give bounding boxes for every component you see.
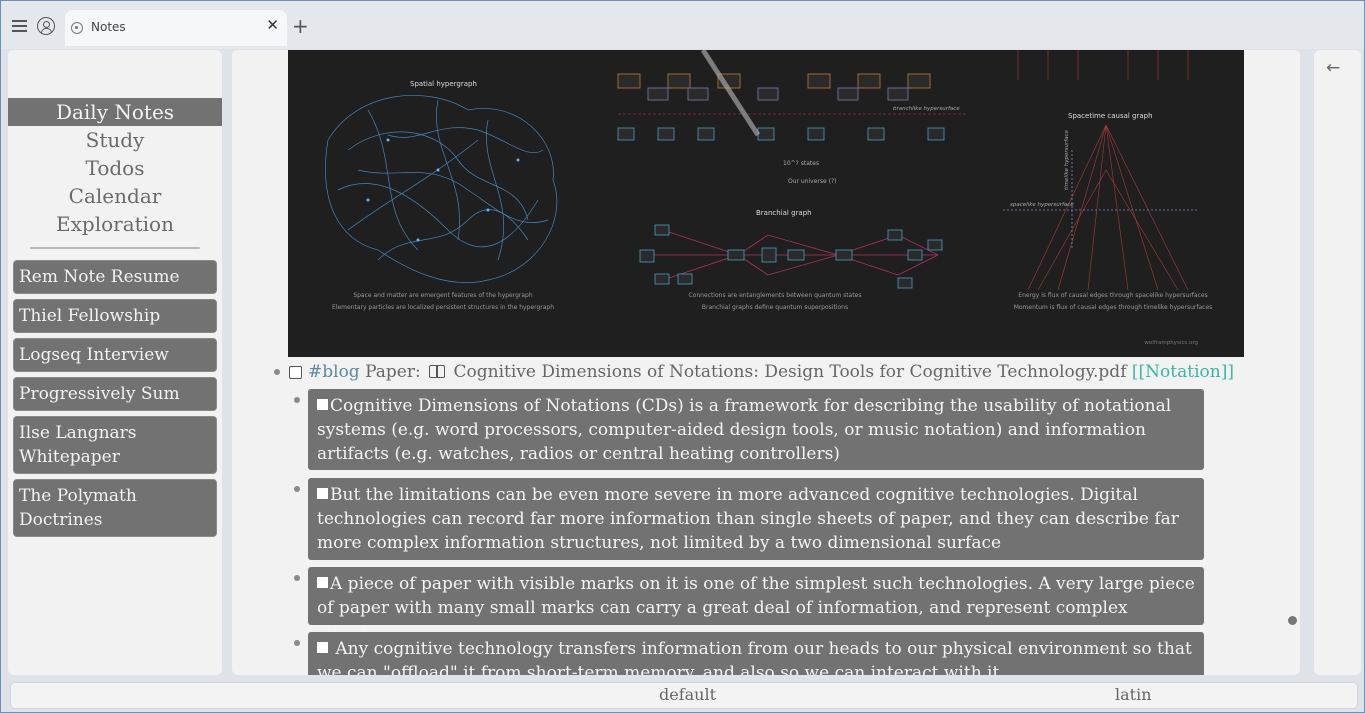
book-icon [429, 365, 446, 378]
nav-item-daily-notes[interactable]: Daily Notes [8, 98, 222, 126]
tab-title: Notes [91, 20, 126, 34]
tab-favicon-icon [71, 22, 83, 34]
highlight-card[interactable]: Any cognitive technology transfers infor… [308, 632, 1204, 675]
page-item[interactable]: Thiel Fellowship [13, 299, 217, 333]
page-item[interactable]: The Polymath Doctrines [13, 479, 217, 537]
notation-link[interactable]: [[Notation]] [1132, 362, 1234, 382]
branchial-title: Branchial graph [756, 209, 812, 217]
universe-label: Our universe (?) [788, 178, 836, 185]
checkbox-square-icon [317, 399, 328, 410]
spatial-caption-2: Elementary particles are localized persi… [332, 304, 554, 311]
block-bullet[interactable] [294, 486, 300, 492]
card-text: Any cognitive technology transfers infor… [317, 639, 1192, 675]
favorite-pages: Rem Note Resume Thiel Fellowship Logseq … [13, 260, 217, 542]
pdf-title-link[interactable]: Cognitive Dimensions of Notations: Desig… [454, 362, 1127, 382]
branchial-caption-2: Branchial graphs define quantum superpos… [702, 304, 848, 311]
states-label: 10^? states [783, 160, 819, 167]
hypergraph-figure-svg: 10^? states Our universe (?) branchlike … [325, 50, 1213, 346]
status-bar: default latin [10, 682, 1358, 709]
checkbox-square-icon [317, 577, 328, 588]
timelike-label: timelike hypersurface [1064, 129, 1070, 190]
page-item[interactable]: Ilse Langnars Whitepaper [13, 416, 217, 474]
right-sidebar: ← [1314, 50, 1361, 675]
spatial-caption-1: Space and matter are emergent features o… [353, 292, 533, 299]
page-item[interactable]: Rem Note Resume [13, 260, 217, 294]
spatial-title: Spatial hypergraph [410, 80, 477, 88]
causal-title: Spacetime causal graph [1068, 112, 1153, 120]
main-content: 10^? states Our universe (?) branchlike … [232, 50, 1300, 675]
branchlike-label: branchlike hypersurface [893, 106, 960, 112]
card-text: Cognitive Dimensions of Notations (CDs) … [317, 396, 1172, 464]
branchial-caption-1: Connections are entanglements between qu… [689, 292, 862, 299]
checkbox-square-icon [317, 642, 328, 653]
highlight-card[interactable]: A piece of paper with visible marks on i… [308, 567, 1204, 642]
page-item[interactable]: Progressively Sum [13, 377, 217, 411]
block-bullet[interactable] [294, 397, 300, 403]
arrow-left-icon[interactable]: ← [1326, 58, 1340, 78]
close-icon[interactable]: ✕ [266, 16, 279, 34]
plus-icon[interactable]: + [292, 14, 309, 38]
nav-item-study[interactable]: Study [8, 126, 222, 154]
font-latin-label[interactable]: latin [1115, 685, 1152, 704]
page-item[interactable]: Logseq Interview [13, 338, 217, 372]
scroll-indicator[interactable] [1288, 616, 1297, 625]
pdf-block: #blog Paper: Cognitive Dimensions of Not… [272, 361, 1272, 387]
causal-caption-2: Momentum is flux of causal edges through… [1014, 304, 1213, 311]
block-prefix: Paper: [365, 362, 421, 382]
highlight-card[interactable]: Cognitive Dimensions of Notations (CDs) … [308, 389, 1204, 470]
profile-icon[interactable] [37, 17, 55, 35]
causal-caption-1: Energy is flux of causal edges through s… [1018, 292, 1207, 299]
sidebar-nav: Daily Notes Study Todos Calendar Explora… [8, 98, 222, 238]
nav-item-todos[interactable]: Todos [8, 154, 222, 182]
sidebar-divider [30, 247, 200, 249]
menu-icon[interactable] [12, 17, 30, 35]
block-bullet[interactable] [294, 640, 300, 646]
nav-item-exploration[interactable]: Exploration [8, 210, 222, 238]
nav-item-calendar[interactable]: Calendar [8, 182, 222, 210]
tab-bar: Notes ✕ + [1, 1, 1364, 49]
checkbox-square-icon [317, 488, 328, 499]
todo-checkbox[interactable] [289, 366, 302, 379]
spacelike-label: spacelike hypersurface [1010, 202, 1074, 208]
blog-tag[interactable]: #blog [308, 362, 360, 382]
card-text: But the limitations can be even more sev… [317, 485, 1179, 553]
font-default-label[interactable]: default [659, 685, 716, 704]
tab-notes[interactable]: Notes ✕ [65, 10, 287, 46]
highlight-card[interactable]: But the limitations can be even more sev… [308, 478, 1204, 560]
block-bullet[interactable] [294, 575, 300, 581]
block-bullet[interactable] [274, 369, 280, 375]
left-sidebar: Daily Notes Study Todos Calendar Explora… [8, 50, 222, 675]
figure-credit: wolframphysics.org [1144, 340, 1198, 346]
wolfram-physics-figure: 10^? states Our universe (?) branchlike … [288, 50, 1244, 357]
